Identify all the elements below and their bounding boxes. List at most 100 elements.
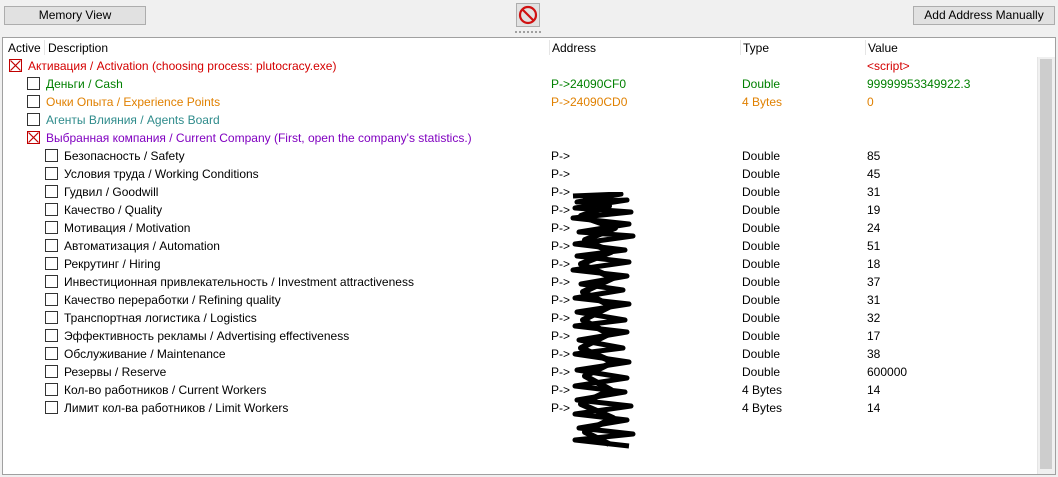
table-row[interactable]: Качество переработки / Refining quality P…	[3, 291, 1055, 309]
table-row[interactable]: Условия труда / Working Conditions P-> Dou…	[3, 165, 1055, 183]
active-checkbox[interactable]	[45, 185, 58, 198]
redaction-scribble	[569, 192, 639, 452]
active-checkbox[interactable]	[27, 77, 40, 90]
active-checkbox[interactable]	[45, 383, 58, 396]
table-row[interactable]: Лимит кол-ва работников / Limit Workers P…	[3, 399, 1055, 417]
row-value: 32	[867, 311, 881, 325]
column-description[interactable]: Description	[45, 38, 108, 57]
table-row[interactable]: Транспортная логистика / Logistics P-> Dou…	[3, 309, 1055, 327]
active-checkbox[interactable]	[45, 365, 58, 378]
row-description: Инвестиционная привлекательность / Inves…	[64, 275, 414, 289]
table-row[interactable]: Агенты Влияния / Agents Board	[3, 111, 1055, 129]
table-row[interactable]: Мотивация / Motivation P-> Double 24	[3, 219, 1055, 237]
active-checkbox[interactable]	[45, 293, 58, 306]
row-type: 4 Bytes	[742, 401, 783, 415]
row-address: P->	[551, 275, 571, 289]
active-checkbox[interactable]	[45, 329, 58, 342]
row-value: 600000	[867, 365, 908, 379]
table-row[interactable]: Рекрутинг / Hiring P-> Double 18	[3, 255, 1055, 273]
table-row[interactable]: Резервы / Reserve P-> Double 600000	[3, 363, 1055, 381]
checked-x-icon	[28, 132, 39, 143]
row-address: P->	[551, 383, 571, 397]
row-value: 85	[867, 149, 881, 163]
active-checkbox[interactable]	[45, 167, 58, 180]
row-address: P->	[551, 257, 571, 271]
row-type: Double	[742, 185, 781, 199]
row-address: P->24090CD0	[551, 95, 628, 109]
table-row[interactable]: Качество / Quality P-> Double 19	[3, 201, 1055, 219]
row-address: P->	[551, 293, 571, 307]
table-row[interactable]: Безопасность / Safety P-> Double 85	[3, 147, 1055, 165]
row-type: Double	[742, 77, 781, 91]
row-description: Качество / Quality	[64, 203, 163, 217]
prohibited-icon	[518, 5, 538, 25]
active-checkbox[interactable]	[45, 257, 58, 270]
table-row[interactable]: Обслуживание / Maintenance P-> Double 38	[3, 345, 1055, 363]
row-description: Агенты Влияния / Agents Board	[46, 113, 220, 127]
row-description: Рекрутинг / Hiring	[64, 257, 161, 271]
table-row[interactable]: Выбранная компания / Current Company (Fi…	[3, 129, 1055, 147]
row-type: 4 Bytes	[742, 383, 783, 397]
column-address[interactable]: Address	[549, 38, 596, 57]
row-value: 24	[867, 221, 881, 235]
row-value: 51	[867, 239, 881, 253]
active-checkbox[interactable]	[27, 95, 40, 108]
active-checkbox[interactable]	[45, 149, 58, 162]
column-type[interactable]: Type	[740, 38, 769, 57]
active-checkbox[interactable]	[27, 113, 40, 126]
row-description: Качество переработки / Refining quality	[64, 293, 281, 307]
active-checkbox[interactable]	[45, 203, 58, 216]
row-type: 4 Bytes	[742, 95, 783, 109]
row-value: <script>	[867, 59, 910, 73]
row-description: Эффективность рекламы / Advertising effe…	[64, 329, 350, 343]
row-address: P->	[551, 221, 571, 235]
row-type: Double	[742, 311, 781, 325]
row-description: Деньги / Cash	[46, 77, 123, 91]
toolbar: Memory View Add Address Manually	[0, 0, 1058, 36]
active-checkbox[interactable]	[45, 221, 58, 234]
address-list[interactable]: Active Description Address Type Value Ак…	[2, 37, 1056, 475]
row-address: P->	[551, 239, 571, 253]
row-address: P->	[551, 203, 571, 217]
column-active[interactable]: Active	[5, 38, 41, 57]
row-type: Double	[742, 221, 781, 235]
row-value: 31	[867, 293, 881, 307]
row-value: 38	[867, 347, 881, 361]
active-checkbox[interactable]	[45, 401, 58, 414]
row-description: Транспортная логистика / Logistics	[64, 311, 257, 325]
memory-view-button[interactable]: Memory View	[4, 6, 146, 25]
row-type: Double	[742, 167, 781, 181]
active-checkbox[interactable]	[45, 275, 58, 288]
add-address-button[interactable]: Add Address Manually	[913, 6, 1055, 25]
table-row[interactable]: Гудвил / Goodwill P-> Double 31	[3, 183, 1055, 201]
active-checkbox[interactable]	[27, 131, 40, 144]
row-description: Гудвил / Goodwill	[64, 185, 159, 199]
table-row[interactable]: Эффективность рекламы / Advertising effe…	[3, 327, 1055, 345]
scrollbar-thumb[interactable]	[1040, 59, 1052, 469]
column-value[interactable]: Value	[865, 38, 898, 57]
clear-list-button[interactable]	[516, 3, 540, 27]
row-address: P->	[551, 347, 571, 361]
row-value: 19	[867, 203, 881, 217]
table-row[interactable]: Активация / Activation (choosing process…	[3, 57, 1055, 75]
row-description: Выбранная компания / Current Company (Fi…	[46, 131, 472, 145]
row-type: Double	[742, 239, 781, 253]
row-address: P->	[551, 365, 571, 379]
table-row[interactable]: Очки Опыта / Experience Points P->24090CD…	[3, 93, 1055, 111]
vertical-scrollbar[interactable]	[1037, 57, 1055, 474]
active-checkbox[interactable]	[9, 59, 22, 72]
active-checkbox[interactable]	[45, 239, 58, 252]
table-row[interactable]: Инвестиционная привлекательность / Inves…	[3, 273, 1055, 291]
table-row[interactable]: Деньги / Cash P->24090CF0 Double 9999995334…	[3, 75, 1055, 93]
row-value: 99999953349922.3	[867, 77, 971, 91]
row-value: 45	[867, 167, 881, 181]
splitter-grip[interactable]	[515, 31, 543, 34]
row-value: 18	[867, 257, 881, 271]
table-row[interactable]: Кол-во работников / Current Workers P-> 4 …	[3, 381, 1055, 399]
table-row[interactable]: Автоматизация / Automation P-> Double 51	[3, 237, 1055, 255]
row-value: 17	[867, 329, 881, 343]
row-type: Double	[742, 347, 781, 361]
row-type: Double	[742, 293, 781, 307]
active-checkbox[interactable]	[45, 347, 58, 360]
active-checkbox[interactable]	[45, 311, 58, 324]
